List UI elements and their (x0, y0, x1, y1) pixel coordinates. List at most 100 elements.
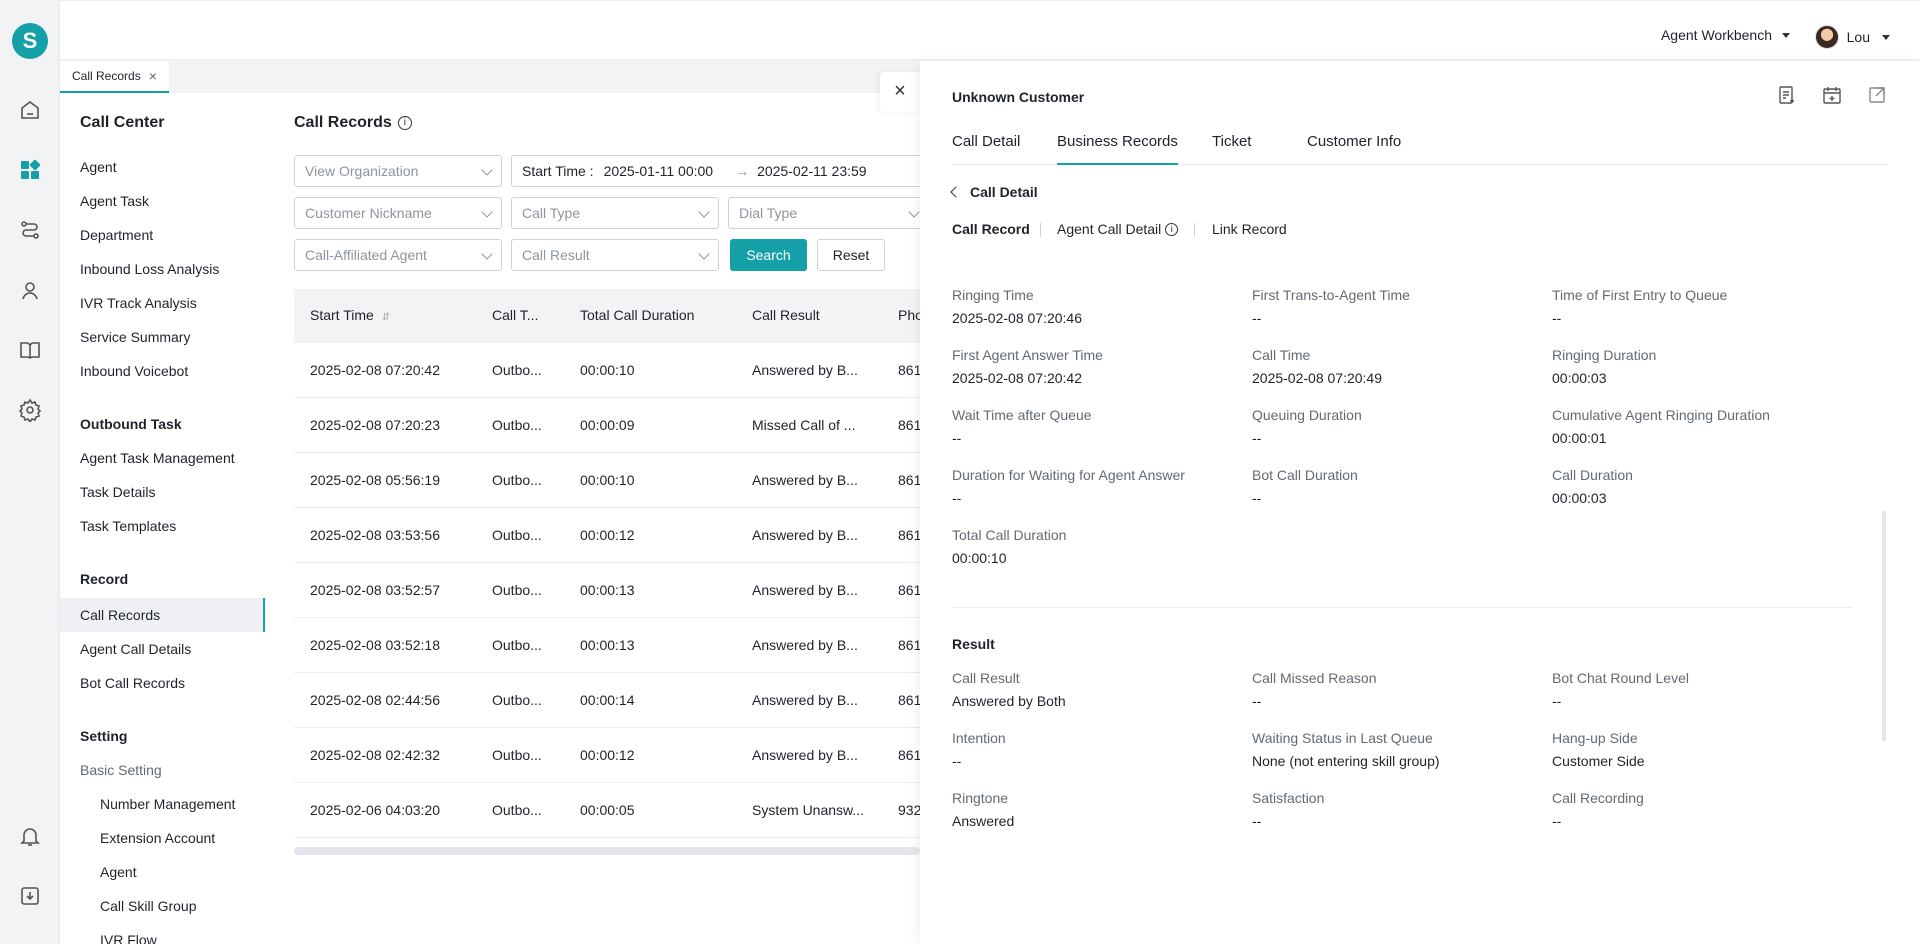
info-icon[interactable]: i (1165, 222, 1179, 236)
sidebar-item-basic-agent[interactable]: Agent (100, 864, 137, 880)
cell-call-type: Outbo... (492, 637, 542, 653)
download-icon[interactable] (18, 884, 42, 908)
back-to-call-detail[interactable]: Call Detail (950, 184, 1038, 200)
sidebar-menu: Call Center Agent Agent Task Department … (60, 93, 270, 944)
sidebar-item-service-summary[interactable]: Service Summary (80, 329, 190, 345)
sidebar-item-task-templates[interactable]: Task Templates (80, 518, 176, 534)
tab-call-detail[interactable]: Call Detail (952, 133, 1020, 165)
field-value: -- (952, 753, 962, 769)
app-logo[interactable]: S (12, 23, 48, 59)
horizontal-scrollbar[interactable] (294, 847, 920, 855)
view-organization-select[interactable]: View Organization (294, 155, 502, 187)
sidebar-item-call-skill-group[interactable]: Call Skill Group (100, 898, 196, 914)
customer-nickname-placeholder: Customer Nickname (305, 205, 432, 221)
start-time-range[interactable]: Start Time : 2025-01-11 00:00 → 2025-02-… (511, 155, 920, 187)
field-label: Duration for Waiting for Agent Answer (952, 467, 1185, 483)
book-icon[interactable] (18, 338, 42, 362)
workbench-label: Agent Workbench (1660, 27, 1772, 43)
agent-icon[interactable] (18, 278, 42, 302)
col-start-time[interactable]: Start Time ⇵ (310, 307, 390, 323)
sort-icon[interactable]: ⇵ (382, 312, 390, 323)
col-start-time-label: Start Time (310, 307, 374, 323)
start-time-from[interactable]: 2025-01-11 00:00 (604, 163, 714, 179)
back-label: Call Detail (970, 184, 1038, 200)
workbench-switcher[interactable]: Agent Workbench (1661, 27, 1790, 43)
table-row[interactable]: 2025-02-06 04:03:20 Outbo... 00:00:05 Syste… (294, 783, 920, 838)
page-title: Call Records i (294, 114, 412, 132)
detail-field: Cumulative Agent Ringing Duration 00:00:0… (1552, 407, 1842, 446)
sidebar-item-ivr-track[interactable]: IVR Track Analysis (80, 295, 197, 311)
cell-total-duration: 00:00:14 (580, 692, 635, 708)
tab-customer-info[interactable]: Customer Info (1307, 133, 1401, 165)
divider (1194, 223, 1195, 237)
close-icon[interactable]: × (149, 68, 157, 84)
sidebar-item-inbound-voicebot[interactable]: Inbound Voicebot (80, 363, 188, 379)
calendar-add-icon[interactable] (1822, 85, 1842, 105)
tab-ticket[interactable]: Ticket (1212, 133, 1251, 165)
drawer-scrollbar[interactable] (1882, 511, 1886, 741)
table-row[interactable]: 2025-02-08 03:52:57 Outbo... 00:00:13 Answe… (294, 563, 920, 618)
cell-call-result: Answered by B... (752, 747, 858, 763)
call-type-select[interactable]: Call Type (511, 197, 719, 229)
user-menu[interactable]: Lou (1814, 25, 1890, 49)
search-button[interactable]: Search (730, 239, 807, 271)
cell-phone: 861 (898, 417, 920, 433)
call-result-select[interactable]: Call Result (511, 239, 719, 271)
close-drawer-button[interactable]: × (880, 72, 920, 112)
field-label: Wait Time after Queue (952, 407, 1092, 423)
subtab-call-record[interactable]: Call Record (952, 221, 1030, 237)
subtab-agent-call-detail[interactable]: Agent Call Detail i (1057, 221, 1179, 237)
detail-field: First Trans-to-Agent Time -- (1252, 287, 1542, 326)
cell-total-duration: 00:00:12 (580, 747, 635, 763)
sidebar-item-agent-task[interactable]: Agent Task (80, 193, 149, 209)
gear-icon[interactable] (18, 398, 42, 424)
table-row[interactable]: 2025-02-08 07:20:42 Outbo... 00:00:10 Answe… (294, 343, 920, 398)
field-value: 00:00:01 (1552, 430, 1607, 446)
sidebar-item-call-records[interactable]: Call Records (80, 607, 160, 623)
sidebar-item-number-management[interactable]: Number Management (100, 796, 235, 812)
open-external-icon[interactable] (1867, 85, 1887, 105)
affiliated-agent-select[interactable]: Call-Affiliated Agent (294, 239, 502, 271)
tab-business-records[interactable]: Business Records (1057, 133, 1178, 165)
cell-call-type: Outbo... (492, 527, 542, 543)
sidebar-item-extension-account[interactable]: Extension Account (100, 830, 215, 846)
customer-nickname-select[interactable]: Customer Nickname (294, 197, 502, 229)
sidebar-item-department[interactable]: Department (80, 227, 153, 243)
info-icon[interactable]: i (397, 116, 412, 130)
sidebar-item-agent-call-details[interactable]: Agent Call Details (80, 641, 191, 657)
table-row[interactable]: 2025-02-08 02:44:56 Outbo... 00:00:14 Answe… (294, 673, 920, 728)
cell-call-type: Outbo... (492, 362, 542, 378)
detail-field: Duration for Waiting for Agent Answer -- (952, 467, 1242, 506)
dial-type-select[interactable]: Dial Type (728, 197, 920, 229)
tab-call-records[interactable]: Call Records × (60, 61, 169, 93)
chevron-down-icon (481, 248, 493, 260)
bell-icon[interactable] (18, 824, 42, 848)
chevron-down-icon (481, 164, 493, 176)
subgroup-basic-setting[interactable]: Basic Setting (80, 762, 162, 778)
sidebar-item-bot-call-records[interactable]: Bot Call Records (80, 675, 185, 691)
subtab-link-record[interactable]: Link Record (1212, 221, 1287, 237)
sidebar-item-task-details[interactable]: Task Details (80, 484, 155, 500)
sidebar-item-agent-task-management[interactable]: Agent Task Management (80, 450, 235, 466)
route-icon[interactable] (18, 218, 42, 242)
cell-total-duration: 00:00:09 (580, 417, 635, 433)
table-row[interactable]: 2025-02-08 03:53:56 Outbo... 00:00:12 Answe… (294, 508, 920, 563)
sidebar-item-inbound-loss[interactable]: Inbound Loss Analysis (80, 261, 219, 277)
cell-call-result: Answered by B... (752, 527, 858, 543)
icon-rail: S (0, 0, 60, 944)
reset-button[interactable]: Reset (817, 239, 885, 271)
table-row[interactable]: 2025-02-08 05:56:19 Outbo... 00:00:10 Answe… (294, 453, 920, 508)
col-phone: Pho (898, 307, 920, 323)
table-row[interactable]: 2025-02-08 07:20:23 Outbo... 00:00:09 Misse… (294, 398, 920, 453)
start-time-to[interactable]: 2025-02-11 23:59 (757, 163, 867, 179)
dashboard-icon[interactable] (18, 158, 42, 182)
caret-down-icon (1782, 32, 1790, 38)
sidebar-item-ivr-flow[interactable]: IVR Flow (100, 932, 157, 944)
detail-field: Call Missed Reason -- (1252, 670, 1542, 709)
sidebar-item-agent[interactable]: Agent (80, 159, 117, 175)
home-icon[interactable] (18, 98, 42, 122)
field-label: Bot Chat Round Level (1552, 670, 1689, 686)
table-row[interactable]: 2025-02-08 02:42:32 Outbo... 00:00:12 Answe… (294, 728, 920, 783)
add-note-icon[interactable] (1777, 85, 1797, 105)
table-row[interactable]: 2025-02-08 03:52:18 Outbo... 00:00:13 Answe… (294, 618, 920, 673)
